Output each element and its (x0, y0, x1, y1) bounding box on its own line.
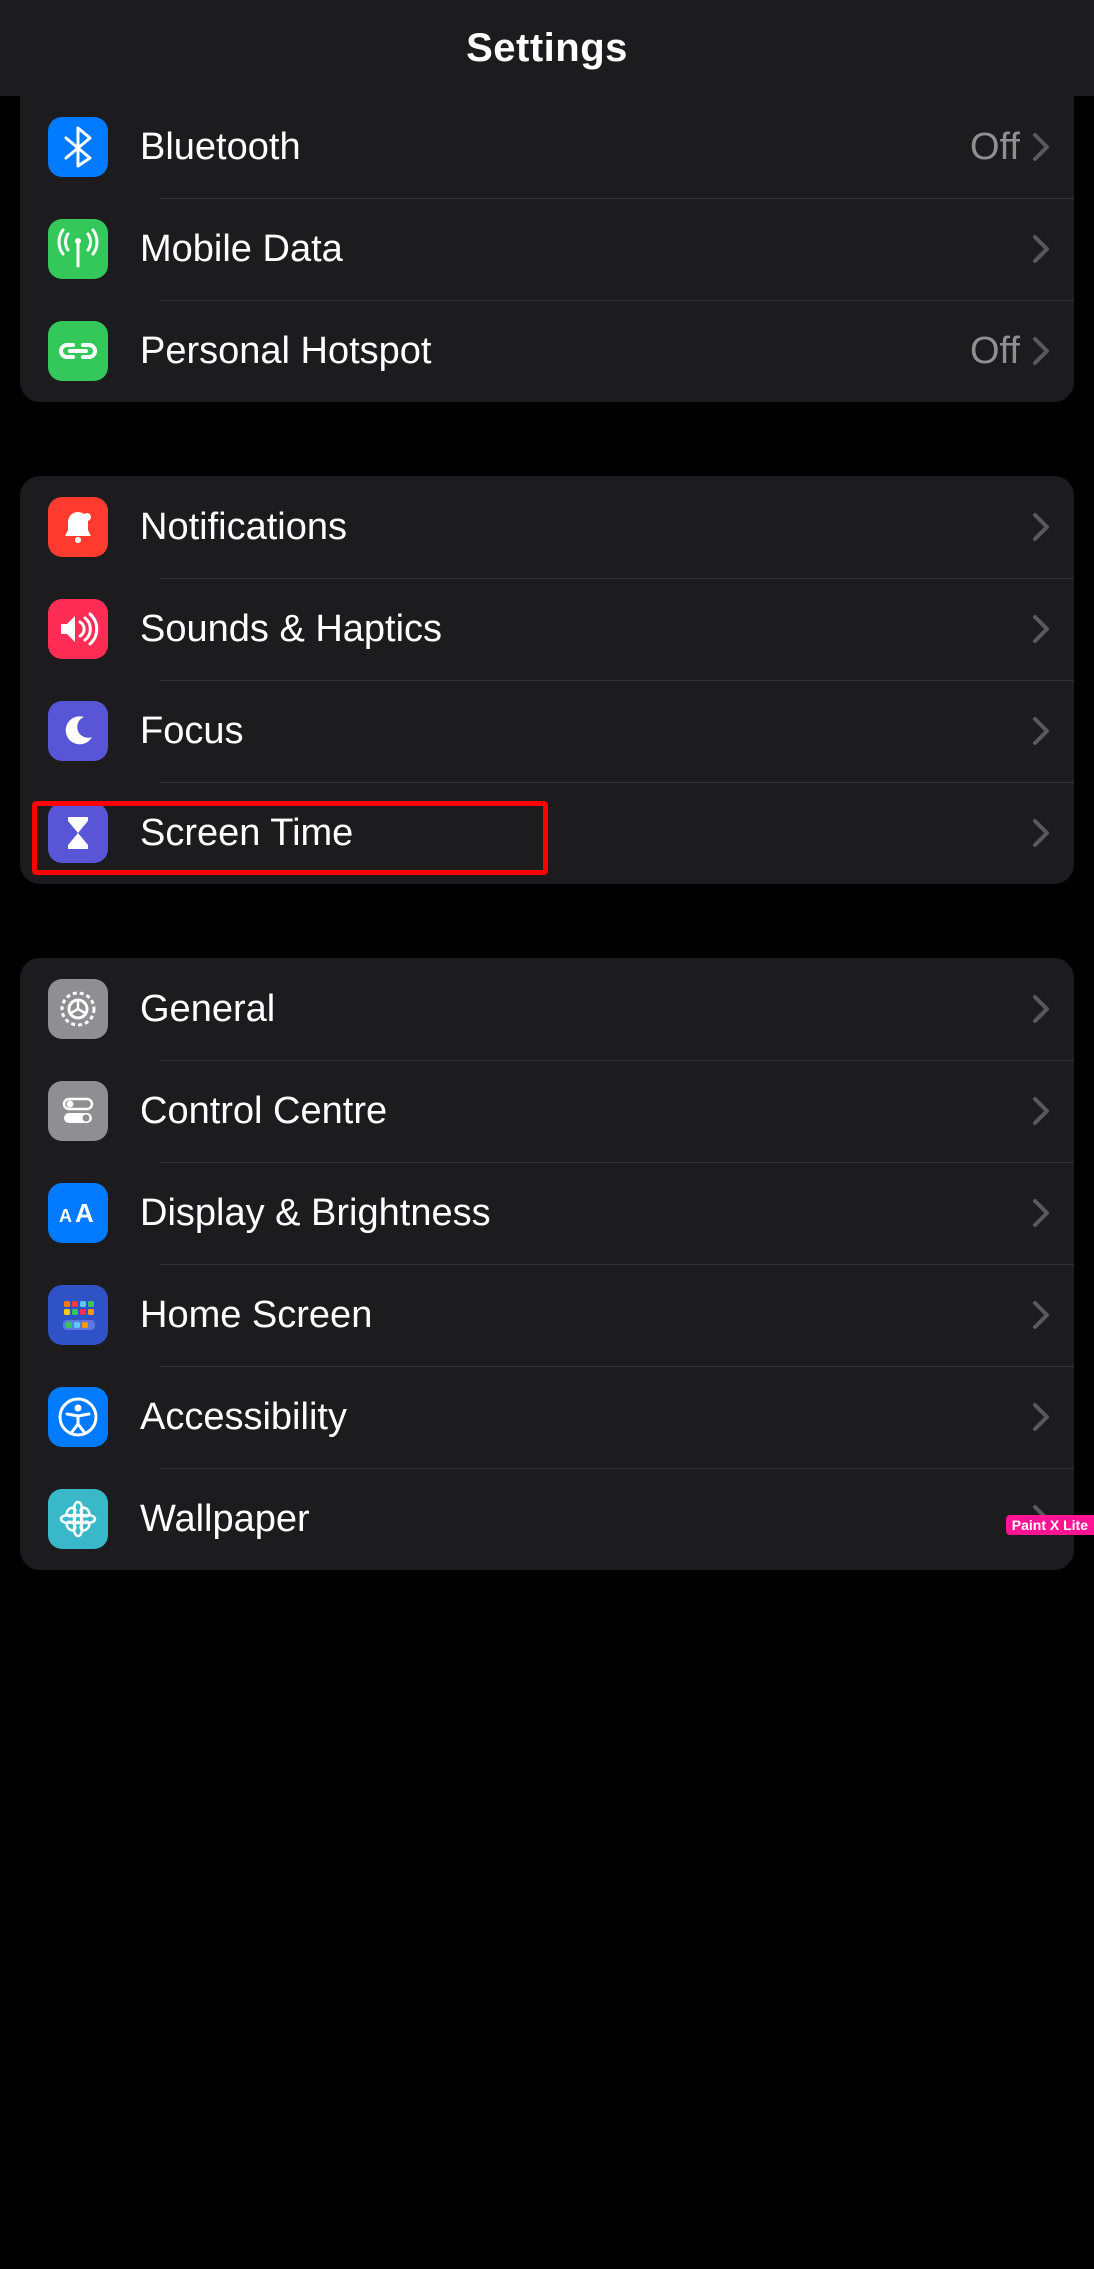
row-display-brightness[interactable]: AA Display & Brightness (20, 1162, 1074, 1264)
row-label: Display & Brightness (140, 1192, 1032, 1235)
svg-text:A: A (75, 1198, 94, 1228)
chevron-right-icon (1032, 614, 1050, 644)
chevron-right-icon (1032, 1198, 1050, 1228)
chevron-right-icon (1032, 234, 1050, 264)
row-label: Screen Time (140, 812, 1032, 855)
chevron-right-icon (1032, 1096, 1050, 1126)
settings-group-general: General Control Centre AA Display & Brig… (20, 958, 1074, 1570)
text-size-icon: AA (48, 1183, 108, 1243)
row-label: Mobile Data (140, 228, 1032, 271)
link-icon (48, 321, 108, 381)
row-general[interactable]: General (20, 958, 1074, 1060)
row-mobile-data[interactable]: Mobile Data (20, 198, 1074, 300)
bell-icon (48, 497, 108, 557)
row-label: Wallpaper (140, 1498, 1032, 1541)
watermark-badge: Paint X Lite (1006, 1515, 1094, 1535)
speaker-icon (48, 599, 108, 659)
row-status: Off (970, 126, 1020, 169)
row-wallpaper[interactable]: Wallpaper (20, 1468, 1074, 1570)
settings-content: Bluetooth Off Mobile Data Personal Hotsp… (0, 96, 1094, 1570)
row-label: Home Screen (140, 1294, 1032, 1337)
bluetooth-icon (48, 117, 108, 177)
row-label: Bluetooth (140, 126, 970, 169)
toggles-icon (48, 1081, 108, 1141)
moon-icon (48, 701, 108, 761)
row-control-centre[interactable]: Control Centre (20, 1060, 1074, 1162)
svg-text:A: A (59, 1206, 72, 1226)
row-notifications[interactable]: Notifications (20, 476, 1074, 578)
row-screen-time[interactable]: Screen Time (20, 782, 1074, 884)
row-label: Notifications (140, 506, 1032, 549)
chevron-right-icon (1032, 716, 1050, 746)
row-label: Sounds & Haptics (140, 608, 1032, 651)
chevron-right-icon (1032, 994, 1050, 1024)
gear-icon (48, 979, 108, 1039)
row-personal-hotspot[interactable]: Personal Hotspot Off (20, 300, 1074, 402)
row-label: General (140, 988, 1032, 1031)
chevron-right-icon (1032, 818, 1050, 848)
row-label: Focus (140, 710, 1032, 753)
flower-icon (48, 1489, 108, 1549)
antenna-icon (48, 219, 108, 279)
chevron-right-icon (1032, 1402, 1050, 1432)
settings-header: Settings (0, 0, 1094, 96)
chevron-right-icon (1032, 512, 1050, 542)
accessibility-icon (48, 1387, 108, 1447)
settings-group-notifications: Notifications Sounds & Haptics Focus Scr… (20, 476, 1074, 884)
row-accessibility[interactable]: Accessibility (20, 1366, 1074, 1468)
row-status: Off (970, 330, 1020, 373)
chevron-right-icon (1032, 132, 1050, 162)
row-sounds-haptics[interactable]: Sounds & Haptics (20, 578, 1074, 680)
app-grid-icon (48, 1285, 108, 1345)
row-bluetooth[interactable]: Bluetooth Off (20, 96, 1074, 198)
row-label: Accessibility (140, 1396, 1032, 1439)
row-focus[interactable]: Focus (20, 680, 1074, 782)
chevron-right-icon (1032, 336, 1050, 366)
row-home-screen[interactable]: Home Screen (20, 1264, 1074, 1366)
hourglass-icon (48, 803, 108, 863)
row-label: Personal Hotspot (140, 330, 970, 373)
settings-group-connectivity: Bluetooth Off Mobile Data Personal Hotsp… (20, 96, 1074, 402)
row-label: Control Centre (140, 1090, 1032, 1133)
page-title: Settings (466, 26, 628, 71)
chevron-right-icon (1032, 1300, 1050, 1330)
